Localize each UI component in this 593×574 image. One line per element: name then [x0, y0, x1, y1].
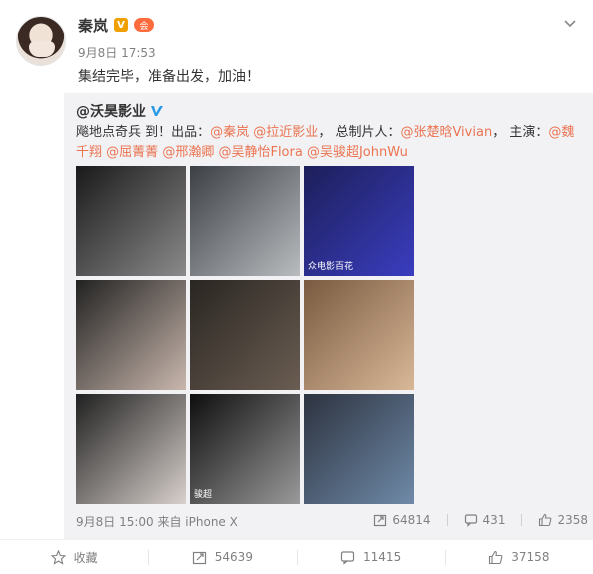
grid-image-actor-portrait-5[interactable] [304, 394, 414, 504]
comment-action-count: 11415 [363, 550, 402, 564]
like-count: 2358 [557, 513, 588, 527]
original-author-name[interactable]: @沃昊影业 [76, 101, 146, 121]
grid-image-actor-portrait-3[interactable] [190, 280, 300, 390]
thumbs-up-icon [539, 513, 552, 527]
repost-count-button[interactable]: 64814 [373, 513, 431, 527]
chevron-down-icon[interactable] [563, 16, 577, 30]
post-text: 集结完毕，准备出发，加油！ [78, 69, 260, 85]
like-button[interactable]: 37158 [444, 540, 593, 574]
repost-icon [374, 514, 387, 527]
grid-image-actress-portrait-1[interactable] [76, 280, 186, 390]
mention-link[interactable]: @拉近影业 [253, 125, 318, 140]
repost-time-source[interactable]: 9月8日 15:00 来自 iPhone X [76, 513, 238, 530]
comment-icon [464, 514, 477, 527]
post-meta[interactable]: 9月8日 17:53 [78, 44, 156, 61]
grid-image-actress-portrait-2[interactable] [304, 280, 414, 390]
verified-badge-icon: V [114, 18, 129, 32]
repost-action-count: 54639 [214, 550, 253, 564]
mention-link[interactable]: @秦岚 [210, 125, 249, 140]
grid-image-actor-portrait-2[interactable] [190, 166, 300, 276]
grid-image-actress-portrait-3[interactable] [76, 394, 186, 504]
repost-footer: 9月8日 15:00 来自 iPhone X 64814 431 2358 [76, 513, 588, 531]
like-action-count: 37158 [511, 550, 550, 564]
divider [446, 514, 448, 526]
text-segment: 飚地点奇兵 到！出品： [76, 125, 211, 140]
repost-stats: 64814 431 2358 [373, 513, 588, 527]
grid-image-actor-portrait-1[interactable] [76, 166, 186, 276]
comment-count-button[interactable]: 431 [464, 513, 506, 527]
favorite-button[interactable]: 收藏 [0, 540, 148, 574]
repost-card: @沃昊影业 飚地点奇兵 到！出品：@秦岚 @拉近影业， 总制片人：@张楚晗Viv… [64, 93, 593, 539]
author-row: 秦岚 V 会 [78, 14, 155, 36]
original-text: 飚地点奇兵 到！出品：@秦岚 @拉近影业， 总制片人：@张楚晗Vivian， 主… [76, 123, 586, 163]
repost-button[interactable]: 54639 [148, 540, 296, 574]
mention-link[interactable]: @邢瀚卿 [162, 145, 214, 160]
text-segment: ， 主演： [492, 125, 549, 140]
text-segment: ， 总制片人： [318, 125, 401, 140]
mention-link[interactable]: @吴静怡Flora [218, 145, 302, 160]
like-count-button[interactable]: 2358 [538, 513, 588, 527]
star-icon [50, 549, 66, 565]
author-name[interactable]: 秦岚 [78, 15, 108, 36]
avatar-detail [29, 41, 55, 57]
divider [521, 514, 523, 526]
avatar[interactable] [16, 16, 66, 66]
action-bar: 收藏 54639 11415 37158 [0, 539, 593, 574]
comment-icon [340, 550, 355, 565]
thumbs-up-icon [489, 550, 503, 564]
mention-link[interactable]: @屈菁菁 [106, 145, 158, 160]
grid-image-film-festival-poster[interactable]: 众电影百花 [304, 166, 414, 276]
mention-link[interactable]: @张楚晗Vivian [400, 125, 492, 140]
image-caption: 众电影百花 [308, 262, 354, 272]
image-caption: 骏超 [194, 490, 213, 500]
vip-badge-icon[interactable]: 会 [134, 18, 155, 32]
comment-count: 431 [482, 513, 506, 527]
comment-button[interactable]: 11415 [296, 540, 445, 574]
repost-count: 64814 [392, 513, 431, 527]
repost-icon [192, 551, 206, 564]
verified-blue-icon [151, 106, 163, 116]
favorite-label: 收藏 [73, 550, 98, 565]
weibo-post: 秦岚 V 会 9月8日 17:53 集结完毕，准备出发，加油！ @沃昊影业 飚地… [0, 0, 593, 574]
original-author-row: @沃昊影业 [76, 101, 164, 121]
grid-image-actor-portrait-4[interactable]: 骏超 [190, 394, 300, 504]
mention-link[interactable]: @吴骏超JohnWu [307, 145, 408, 160]
